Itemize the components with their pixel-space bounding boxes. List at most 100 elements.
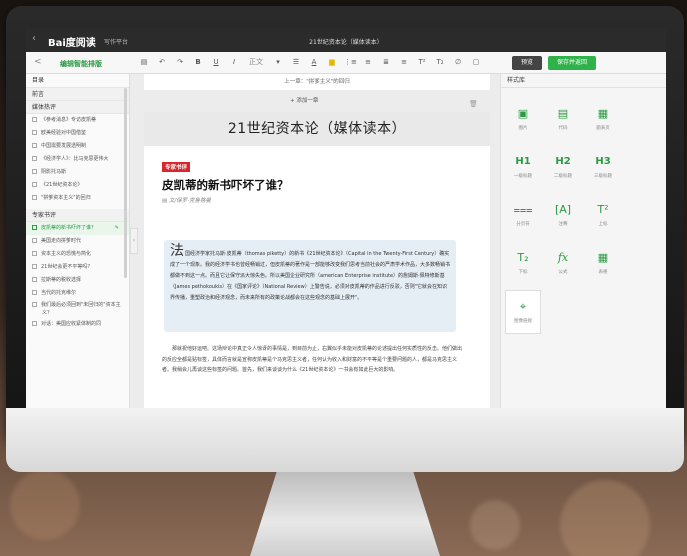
align-right-icon[interactable]: ≡	[398, 56, 410, 69]
toc-item[interactable]: 21世纪会更不平等吗？	[26, 261, 129, 274]
redo-icon[interactable]: ↷	[174, 56, 186, 69]
toc-item[interactable]: 中国需要发展透明制	[26, 140, 129, 153]
page-break-icon: ⩶	[513, 203, 533, 216]
toc-item-active[interactable]: 皮凯蒂的新书吓坏了谁？ ✎	[26, 222, 129, 235]
page-icon	[32, 302, 37, 307]
subscript-icon: T₂	[517, 251, 529, 264]
superscript-icon[interactable]: T²	[416, 56, 428, 69]
style-image-link[interactable]: ⌖ 图像链接	[505, 290, 541, 334]
h2-icon: H2	[555, 156, 571, 167]
toc-item[interactable]: 拉斯蒂的税收选择	[26, 274, 129, 287]
comment-icon[interactable]: ▢	[470, 56, 482, 69]
mode-label[interactable]: 编辑智能排版	[60, 59, 102, 69]
add-chapter-button[interactable]: + 添加一章	[290, 96, 318, 104]
page-icon	[32, 169, 37, 174]
highlight-icon[interactable]: ▆	[326, 56, 338, 69]
h1-icon: H1	[515, 156, 531, 167]
toc-item[interactable]: 美国走向拼爹时代	[26, 235, 129, 248]
app-screen: ‹ Bai度阅读 写作平台 21世纪资本论（媒体读本） < 编辑智能排版 ▤ ↶…	[26, 28, 666, 408]
undo-icon[interactable]: ↶	[156, 56, 168, 69]
paragraph-style-select[interactable]: 正文	[246, 56, 266, 69]
font-color-button[interactable]: A	[308, 56, 320, 69]
align-center-icon[interactable]: ≣	[380, 56, 392, 69]
code-icon: ▤	[557, 107, 569, 120]
style-superscript[interactable]: T² 上标	[585, 194, 621, 238]
title-bar: ‹ Bai度阅读 写作平台 21世纪资本论（媒体读本）	[26, 28, 666, 52]
style-formula[interactable]: fx 公式	[545, 242, 581, 286]
toc-item[interactable]: "拼爹资本主义"的回归	[26, 192, 129, 205]
toc-section-media[interactable]: 媒体热评	[26, 101, 129, 114]
image-link-icon: ⌖	[519, 300, 527, 313]
style-code[interactable]: ▤ 代码	[545, 98, 581, 142]
style-h3[interactable]: H3 三级标题	[585, 146, 621, 190]
monitor-stand	[250, 472, 440, 556]
sidebar-scrollbar[interactable]	[124, 88, 127, 278]
bold-button[interactable]: B	[192, 56, 204, 69]
style-title-page[interactable]: ▦ 题表页	[585, 98, 621, 142]
article-headline[interactable]: 皮凯蒂的新书吓坏了谁？	[162, 177, 289, 193]
style-grid: ▣ 图片 ▤ 代码 ▦ 题表页 H1 一级标题 H2 二级标题 H3 三级标题 ⩶ 分页符 […	[505, 98, 617, 334]
page-icon	[32, 130, 37, 135]
editor-area: 上一章："拼爹主义"的回归 + 添加一章 🗑 21世纪资本论（媒体读本） 专家书…	[144, 74, 490, 408]
style-library-panel: 样式库 ▣ 图片 ▤ 代码 ▦ 题表页 H1 一级标题 H2 二级标题 H3 三级标题 ⩶ 分…	[500, 74, 666, 408]
style-library-header: 样式库	[501, 74, 666, 88]
style-table[interactable]: ▦ 表格	[585, 242, 621, 286]
format-painter-icon[interactable]: ▤	[138, 56, 150, 69]
style-note[interactable]: [A] 注释	[545, 194, 581, 238]
editor-toolbar: < 编辑智能排版 ▤ ↶ ↷ B U I 正文 ▾ ☰ A ▆ ⋮≡ ≡ ≣ ≡…	[26, 52, 666, 74]
toc-item[interactable]: 资本主义的恐慌与简化	[26, 248, 129, 261]
page-icon	[32, 277, 37, 282]
toc-section-preface[interactable]: 前言	[26, 88, 129, 101]
edit-pencil-icon[interactable]: ✎	[115, 222, 119, 235]
toc-item[interactable]: 《21世纪资本论》	[26, 179, 129, 192]
style-subscript[interactable]: T₂ 下标	[505, 242, 541, 286]
page-icon	[32, 238, 37, 243]
page-icon	[32, 195, 37, 200]
style-page-break[interactable]: ⩶ 分页符	[505, 194, 541, 238]
dropcap: 法	[170, 243, 184, 259]
save-and-return-button[interactable]: 保存并返回	[548, 56, 596, 70]
superscript-icon: T²	[597, 203, 609, 216]
article-byline[interactable]: ▤ 文/保罗·克鲁格曼	[162, 196, 211, 204]
toc-item[interactable]: 欧美经验对中国借鉴	[26, 127, 129, 140]
page-icon	[32, 251, 37, 256]
underline-button[interactable]: U	[210, 56, 222, 69]
title-page-icon: ▦	[597, 107, 609, 120]
preview-button[interactable]: 预览	[512, 56, 542, 70]
italic-button[interactable]: I	[228, 56, 240, 69]
clear-format-icon[interactable]: ∅	[452, 56, 464, 69]
page-icon	[32, 264, 37, 269]
page-icon	[32, 117, 37, 122]
toc-item[interactable]: 《参考消息》专访皮凯蒂	[26, 114, 129, 127]
section-tag: 专家书评	[162, 162, 191, 172]
sidebar-collapse-toggle[interactable]: ›	[130, 228, 138, 254]
document-page[interactable]: 专家书评 皮凯蒂的新书吓坏了谁？ ▤ 文/保罗·克鲁格曼 法国经济学家托马斯·皮…	[144, 146, 490, 408]
body-paragraph[interactable]: 那就祝他好运吧。这场辩论中真正令人惊讶的事情是，到目前为止，右翼似乎未能对皮凯蒂…	[162, 344, 462, 376]
toc-item[interactable]: 阴影托马斯	[26, 166, 129, 179]
chevron-left-icon[interactable]: <	[34, 57, 42, 67]
toc-header: 目录	[26, 74, 129, 88]
toc-item[interactable]: 当代的托克维尔	[26, 287, 129, 300]
document-title[interactable]: 21世纪资本论（媒体读本）	[144, 112, 490, 146]
list-icon[interactable]: ☰	[290, 56, 302, 69]
trash-icon[interactable]: 🗑	[469, 100, 478, 108]
format-tools: ▤ ↶ ↷ B U I 正文 ▾ ☰ A ▆ ⋮≡ ≡ ≣ ≡ T² T₂ ∅ …	[138, 56, 482, 69]
toc-item[interactable]: 对话：美国应收紧体制的同	[26, 318, 129, 331]
subscript-icon[interactable]: T₂	[434, 56, 446, 69]
toc-section-experts[interactable]: 专家书评	[26, 209, 129, 222]
toc-item[interactable]: 我们最后必须回到"未回归的"资本主义？	[26, 300, 129, 318]
style-h1[interactable]: H1 一级标题	[505, 146, 541, 190]
formula-icon: fx	[557, 251, 569, 264]
indent-icon[interactable]: ⋮≡	[344, 56, 357, 69]
toc-item[interactable]: 《经济学人》：比马克思更伟大	[26, 153, 129, 166]
style-image[interactable]: ▣ 图片	[505, 98, 541, 142]
chevron-down-icon[interactable]: ▾	[272, 56, 284, 69]
page-icon	[32, 182, 37, 187]
align-left-icon[interactable]: ≡	[362, 56, 374, 69]
previous-chapter-label[interactable]: 上一章："拼爹主义"的回归	[144, 74, 490, 90]
style-h2[interactable]: H2 二级标题	[545, 146, 581, 190]
monitor-chin	[6, 408, 684, 472]
quote-block[interactable]: 法国经济学家托马斯·皮凯蒂（thomas piketty）的新书《21世纪资本论…	[164, 240, 456, 332]
page-icon	[32, 321, 37, 326]
page-icon	[32, 156, 37, 161]
